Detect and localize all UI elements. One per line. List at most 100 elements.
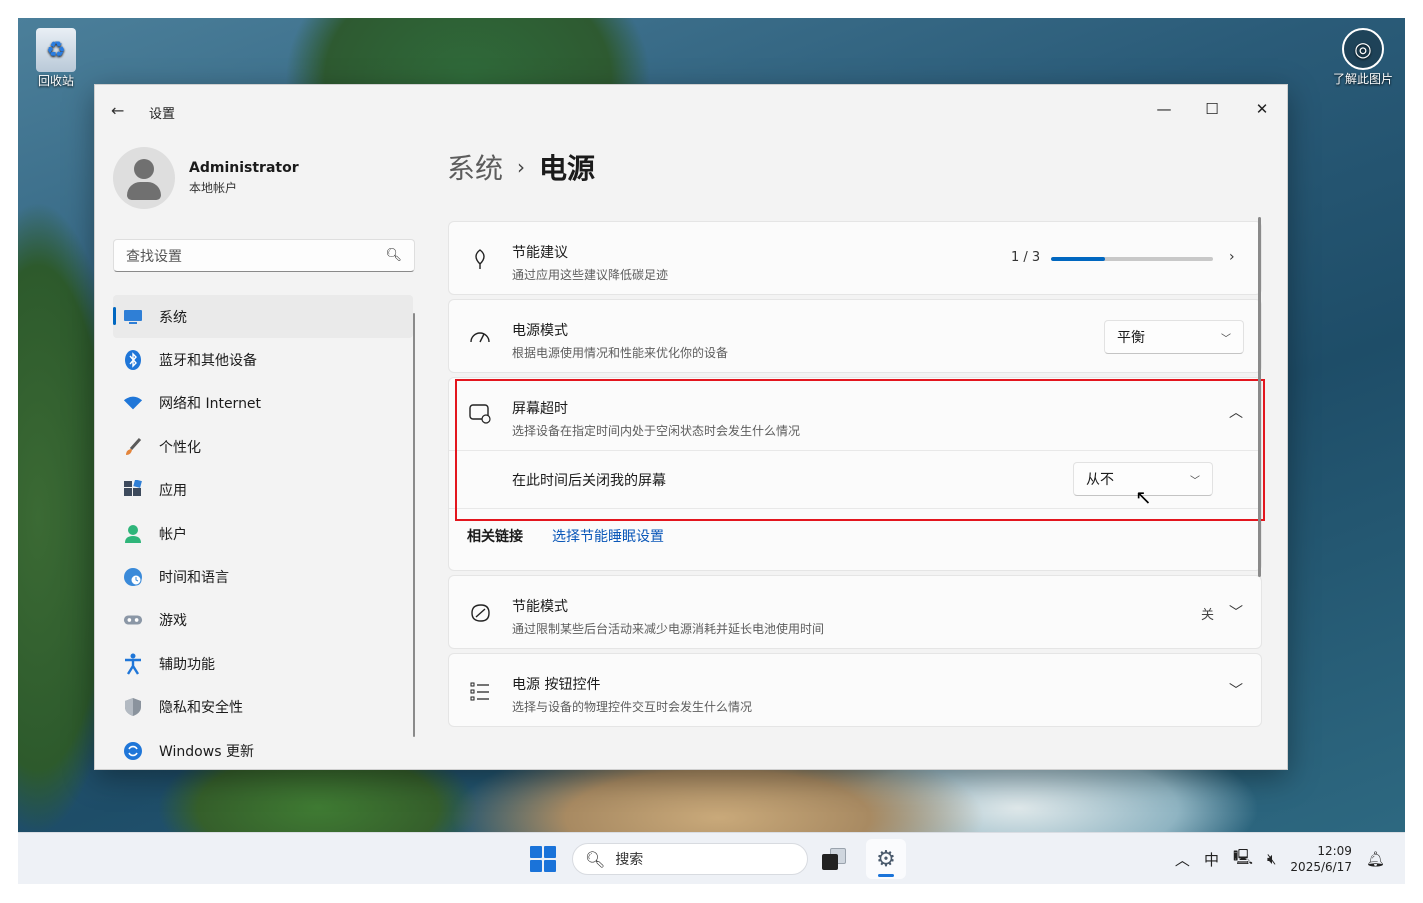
sidebar-scrollbar[interactable] bbox=[413, 313, 415, 737]
content-scrollbar[interactable] bbox=[1258, 217, 1261, 577]
avatar-head bbox=[134, 159, 154, 179]
sidebar-item-gaming[interactable]: 游戏 bbox=[113, 599, 413, 642]
sidebar-item-label: 应用 bbox=[159, 483, 187, 500]
clock[interactable]: 12:09 2025/6/17 bbox=[1290, 843, 1352, 875]
system-tray: ︿ 中 🖳 🔇︎ 12:09 2025/6/17 🔔︎ bbox=[1175, 833, 1385, 884]
title-bar: ← 设置 — ☐ ✕ bbox=[95, 85, 1287, 135]
settings-window: ← 设置 — ☐ ✕ Administrator 本地帐户 查找设置 🔍︎ 系统… bbox=[94, 84, 1288, 770]
power-button-controls-card[interactable]: 电源 按钮控件 选择与设备的物理控件交互时会发生什么情况 ﹀ bbox=[448, 653, 1262, 727]
sidebar-item-system[interactable]: 系统 bbox=[113, 295, 413, 339]
screen-timeout-header[interactable]: 屏幕超时 选择设备在指定时间内处于空闲状态时会发生什么情况 ︿ bbox=[449, 378, 1261, 450]
sidebar-item-accessibility[interactable]: 辅助功能 bbox=[113, 642, 413, 685]
sidebar-item-label: 隐私和安全性 bbox=[159, 700, 243, 717]
screen-off-label: 在此时间后关闭我的屏幕 bbox=[512, 473, 666, 489]
chevron-down-icon: ﹀ bbox=[1221, 333, 1231, 345]
windows-logo-pane bbox=[544, 846, 556, 858]
shield-icon bbox=[123, 697, 143, 717]
power-mode-card: 电源模式 根据电源使用情况和性能来优化你的设备 平衡 ﹀ bbox=[448, 299, 1262, 373]
learn-picture-shortcut[interactable]: ◎ 了解此图片 bbox=[1333, 28, 1393, 87]
person-icon bbox=[123, 524, 143, 544]
related-links-label: 相关链接 bbox=[467, 529, 523, 545]
avatar-body bbox=[127, 182, 161, 200]
page-title: 电源 bbox=[539, 152, 596, 185]
breadcrumb-parent[interactable]: 系统 bbox=[447, 147, 503, 187]
sidebar-item-windows-update[interactable]: Windows 更新 bbox=[113, 729, 413, 769]
sidebar-item-network[interactable]: 网络和 Internet bbox=[113, 382, 413, 425]
arrow-left-icon[interactable]: ← bbox=[111, 101, 124, 120]
settings-search-placeholder: 查找设置 bbox=[126, 248, 182, 265]
power-mode-desc: 根据电源使用情况和性能来优化你的设备 bbox=[512, 346, 729, 360]
energy-saver-state: 关 bbox=[1201, 608, 1215, 623]
wifi-icon bbox=[123, 393, 143, 413]
sidebar-item-bluetooth[interactable]: 蓝牙和其他设备 bbox=[113, 338, 413, 381]
task-view-button[interactable] bbox=[822, 848, 846, 870]
screen-timeout-card: 屏幕超时 选择设备在指定时间内处于空闲状态时会发生什么情况 ︿ 在此时间后关闭我… bbox=[448, 377, 1262, 571]
search-icon: 🔍︎ bbox=[385, 248, 402, 263]
sleep-settings-link[interactable]: 选择节能睡眠设置 bbox=[552, 526, 664, 546]
power-mode-select[interactable]: 平衡 ﹀ bbox=[1104, 320, 1244, 354]
sidebar-item-label: 时间和语言 bbox=[159, 570, 229, 587]
gear-icon: ⚙ bbox=[876, 846, 896, 872]
gamepad-icon bbox=[123, 610, 143, 630]
notification-icon[interactable]: 🔔︎ bbox=[1366, 850, 1385, 868]
apps-icon bbox=[123, 480, 143, 500]
button-controls-desc: 选择与设备的物理控件交互时会发生什么情况 bbox=[512, 700, 753, 714]
settings-search-input[interactable]: 查找设置 🔍︎ bbox=[113, 239, 415, 272]
update-icon bbox=[123, 741, 143, 761]
sidebar-nav: 系统 蓝牙和其他设备 网络和 Internet 个性化 应用 帐户 时间和语言 bbox=[113, 295, 413, 769]
maximize-button[interactable]: ☐ bbox=[1189, 93, 1235, 125]
account-type: 本地帐户 bbox=[189, 181, 238, 195]
sidebar-item-label: 游戏 bbox=[159, 613, 187, 630]
recycle-bin-icon: ♻ bbox=[36, 28, 76, 72]
windows-logo-icon bbox=[530, 846, 542, 858]
screen-timeout-title: 屏幕超时 bbox=[512, 401, 568, 417]
user-name: Administrator bbox=[189, 160, 299, 176]
taskbar-search-placeholder: 搜索 bbox=[615, 852, 644, 868]
chevron-up-icon: ︿ bbox=[1229, 405, 1243, 421]
sidebar-item-time-language[interactable]: 时间和语言 bbox=[113, 555, 413, 598]
chevron-down-icon: ﹀ bbox=[1190, 475, 1200, 487]
network-icon[interactable]: 🖳 bbox=[1233, 847, 1253, 872]
sidebar-item-apps[interactable]: 应用 bbox=[113, 469, 413, 512]
sidebar-item-label: Windows 更新 bbox=[159, 743, 254, 760]
related-links-row: 相关链接 选择节能睡眠设置 bbox=[449, 522, 1261, 552]
sidebar-item-personalization[interactable]: 个性化 bbox=[113, 425, 413, 468]
sidebar-item-label: 网络和 Internet bbox=[159, 396, 262, 413]
minimize-button[interactable]: — bbox=[1141, 93, 1187, 125]
energy-desc: 通过应用这些建议降低碳足迹 bbox=[512, 268, 669, 282]
recycle-bin-shortcut[interactable]: ♻ 回收站 bbox=[36, 28, 76, 89]
sidebar-item-label: 个性化 bbox=[159, 439, 201, 456]
energy-progress-bar bbox=[1051, 257, 1213, 261]
close-button[interactable]: ✕ bbox=[1239, 93, 1285, 125]
user-profile[interactable]: Administrator 本地帐户 bbox=[113, 147, 299, 209]
chevron-up-icon[interactable]: ︿ bbox=[1175, 849, 1190, 870]
energy-title: 节能建议 bbox=[512, 245, 568, 261]
energy-saver-title: 节能模式 bbox=[512, 599, 568, 615]
energy-recommendations-card[interactable]: 节能建议 通过应用这些建议降低碳足迹 1 / 3 › bbox=[448, 221, 1262, 295]
volume-muted-icon[interactable]: 🔇︎ bbox=[1267, 850, 1276, 868]
taskbar-settings-app[interactable]: ⚙ bbox=[866, 839, 906, 879]
button-controls-title: 电源 按钮控件 bbox=[512, 677, 601, 693]
sidebar-item-accounts[interactable]: 帐户 bbox=[113, 512, 413, 555]
start-button[interactable] bbox=[530, 846, 556, 872]
taskbar-search[interactable]: 🔍︎ 搜索 bbox=[572, 843, 808, 875]
sidebar-item-privacy[interactable]: 隐私和安全性 bbox=[113, 686, 413, 729]
power-mode-title: 电源模式 bbox=[512, 323, 568, 339]
energy-saver-card[interactable]: 节能模式 通过限制某些后台活动来减少电源消耗并延长电池使用时间 关 ﹀ bbox=[448, 575, 1262, 649]
clock-date: 2025/6/17 bbox=[1290, 860, 1352, 874]
windows-logo-pane bbox=[530, 860, 542, 872]
list-icon bbox=[469, 680, 491, 702]
ime-indicator[interactable]: 中 bbox=[1204, 849, 1219, 870]
sidebar-item-label: 系统 bbox=[159, 309, 187, 326]
energy-saver-desc: 通过限制某些后台活动来减少电源消耗并延长电池使用时间 bbox=[512, 622, 825, 636]
taskbar: 🔍︎ 搜索 ⚙ ︿ 中 🖳 🔇︎ 12:09 2025/6/17 🔔︎ bbox=[18, 832, 1405, 884]
energy-progress-text: 1 / 3 bbox=[1011, 250, 1041, 265]
breadcrumb-separator: › bbox=[517, 155, 526, 179]
brush-icon bbox=[123, 437, 143, 457]
clock-time: 12:09 bbox=[1317, 844, 1352, 858]
sidebar-item-label: 蓝牙和其他设备 bbox=[159, 353, 257, 370]
leaf-icon bbox=[469, 248, 491, 270]
power-mode-value: 平衡 bbox=[1117, 330, 1145, 346]
app-title: 设置 bbox=[149, 107, 176, 122]
windows-logo-pane bbox=[544, 860, 556, 872]
